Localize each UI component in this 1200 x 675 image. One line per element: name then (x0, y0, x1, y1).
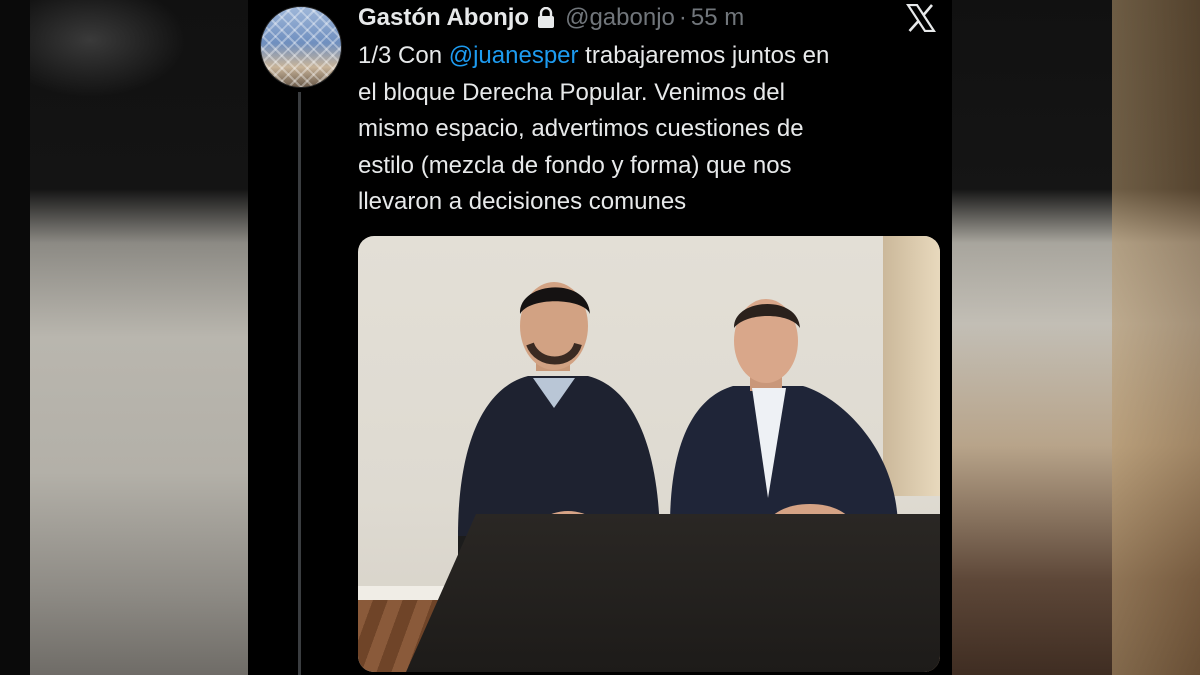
tweet-card[interactable]: Gastón Abonjo @gabonjo · 55 m 1/3 Con @j… (248, 0, 952, 675)
tweet-line-2: el bloque Derecha Popular. Venimos del (358, 78, 785, 106)
x-logo-icon (903, 0, 939, 36)
tweet-timestamp[interactable]: 55 m (691, 4, 744, 32)
author-handle[interactable]: @gabonjo (565, 4, 675, 32)
photo-table (406, 514, 940, 672)
tweet-header: Gastón Abonjo @gabonjo · 55 m (358, 2, 744, 34)
tweet-photo[interactable] (358, 236, 940, 672)
blurred-background-right (952, 0, 1200, 675)
tweet-line-5: llevaron a decisiones comunes (358, 188, 687, 215)
lock-icon (537, 6, 555, 29)
tweet-text-suffix: trabajaremos juntos en (578, 42, 830, 69)
author-display-name[interactable]: Gastón Abonjo (358, 4, 529, 32)
tweet-body: 1/3 Con @juanesper trabajaremos juntos e… (358, 38, 938, 221)
mention-link[interactable]: @juanesper (449, 42, 579, 69)
thread-connector-line (298, 92, 301, 675)
tweet-text-prefix: 1/3 Con (358, 42, 449, 69)
tweet-line-3: mismo espacio, advertimos cuestiones de (358, 115, 804, 142)
tweet-line-1: 1/3 Con @juanesper trabajaremos juntos e… (358, 38, 938, 75)
separator-dot: · (678, 4, 687, 31)
blurred-background-left (0, 0, 248, 675)
author-avatar[interactable] (260, 6, 342, 88)
tweet-line-4: estilo (mezcla de fondo y forma) que nos (358, 151, 792, 179)
